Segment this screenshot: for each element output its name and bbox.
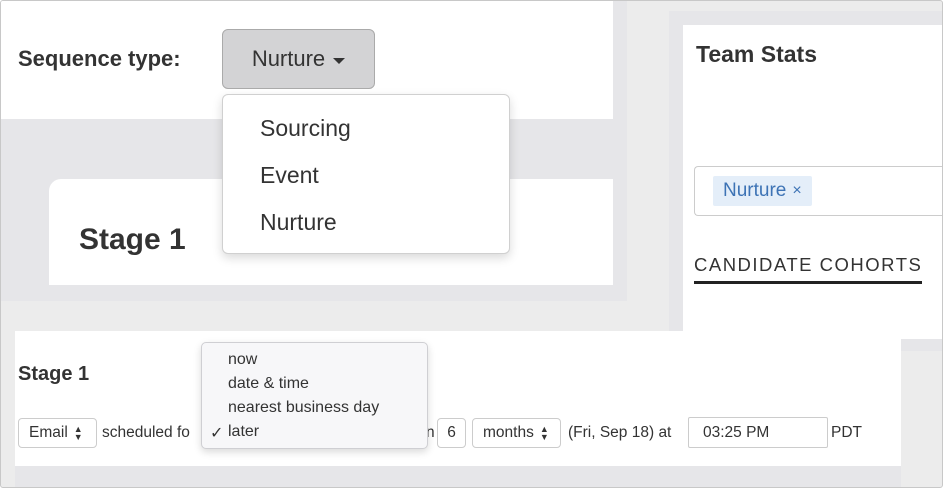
sequence-option-event[interactable]: Event <box>260 162 319 189</box>
when-option-later[interactable]: ✓ later <box>210 423 260 442</box>
when-option-nearest-business-day[interactable]: nearest business day <box>228 399 379 417</box>
caret-down-icon <box>333 57 346 64</box>
when-option-date-time[interactable]: date & time <box>228 375 309 393</box>
stage-title: Stage 1 <box>18 363 90 385</box>
stage-card-title: Stage 1 <box>79 223 186 256</box>
stage-schedule-panel: Stage 1 Email ▲ ▼ scheduled fo n 6 months… <box>15 331 901 487</box>
updown-arrows-icon: ▲ ▼ <box>73 424 83 442</box>
filter-tag: Nurture × <box>713 176 812 206</box>
close-icon[interactable]: × <box>792 182 801 200</box>
amount-value: 6 <box>447 424 456 441</box>
date-text: (Fri, Sep 18) at <box>568 424 672 441</box>
sequence-type-menu: Sourcing Event Nurture <box>222 94 510 254</box>
channel-select[interactable]: Email ▲ ▼ <box>18 418 97 448</box>
sequence-type-label: Sequence type: <box>18 46 181 71</box>
unit-select[interactable]: months ▲ ▼ <box>472 418 561 448</box>
amount-input[interactable]: 6 <box>437 418 466 448</box>
stage-schedule-card: Stage 1 Email ▲ ▼ scheduled fo n 6 months… <box>15 331 901 466</box>
channel-value: Email <box>29 424 68 441</box>
time-value: 03:25 PM <box>703 423 770 441</box>
sequence-option-sourcing[interactable]: Sourcing <box>260 115 351 142</box>
time-input[interactable]: 03:25 PM <box>688 417 828 448</box>
checkmark-icon: ✓ <box>210 425 224 442</box>
sequence-option-nurture[interactable]: Nurture <box>260 209 337 236</box>
team-stats-card: Team Stats Nurture × CANDIDATE COHORTS <box>683 25 942 339</box>
team-stats-panel: Team Stats Nurture × CANDIDATE COHORTS <box>669 11 942 351</box>
unit-value: months <box>483 424 534 441</box>
filter-tag-label: Nurture <box>723 180 787 201</box>
updown-arrows-icon: ▲ ▼ <box>539 424 549 442</box>
timezone-text: PDT <box>831 424 862 441</box>
tab-candidate-cohorts[interactable]: CANDIDATE COHORTS <box>694 254 923 284</box>
tag-filter-input[interactable]: Nurture × <box>694 166 942 216</box>
sequence-type-dropdown[interactable]: Nurture <box>222 29 375 89</box>
screenshot-frame: Sequence type: Nurture Stage 1 Sourcing … <box>0 0 943 488</box>
sequence-type-value: Nurture <box>251 46 326 71</box>
schedule-when-menu: now date & time nearest business day ✓ l… <box>201 342 428 449</box>
team-stats-title: Team Stats <box>696 41 818 67</box>
scheduled-for-text: scheduled fo <box>102 424 190 441</box>
when-option-now[interactable]: now <box>228 351 257 369</box>
when-option-later-label: later <box>228 423 260 440</box>
